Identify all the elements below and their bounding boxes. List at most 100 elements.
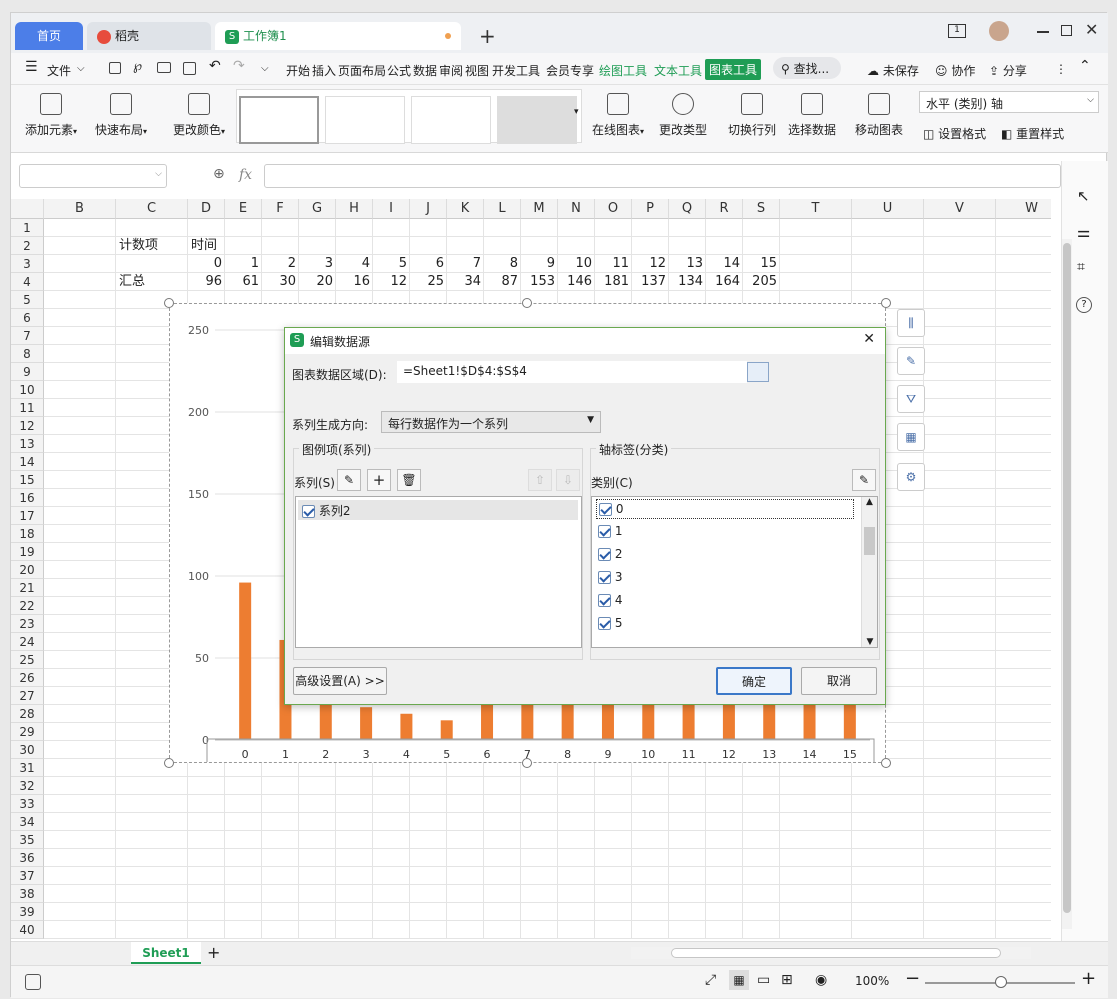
select-data-button[interactable]: 选择数据 xyxy=(784,93,840,138)
horizontal-scrollbar[interactable] xyxy=(631,947,1031,959)
scroll-down-icon[interactable]: ▼ xyxy=(862,637,877,647)
menu-data[interactable]: 数据 xyxy=(413,62,437,79)
row-header[interactable]: 33 xyxy=(11,795,44,813)
cell-row3[interactable]: 14 xyxy=(709,255,740,273)
list-item[interactable]: 2 xyxy=(596,545,854,565)
row-header[interactable]: 16 xyxy=(11,489,44,507)
save-icon[interactable] xyxy=(109,62,121,74)
row-header[interactable]: 26 xyxy=(11,669,44,687)
horizontal-scroll-thumb[interactable] xyxy=(671,948,1001,958)
help-icon[interactable]: ? xyxy=(1076,297,1092,313)
cell-row4[interactable]: 30 xyxy=(265,273,296,291)
cell-row3[interactable]: 4 xyxy=(339,255,370,273)
cell-row3[interactable]: 3 xyxy=(302,255,333,273)
add-sheet-button[interactable]: + xyxy=(207,943,220,962)
bar[interactable] xyxy=(360,707,373,740)
zoom-formula-icon[interactable]: ⊕ xyxy=(213,166,225,182)
minimize-button[interactable] xyxy=(1037,31,1049,33)
redo-icon[interactable]: ↷ xyxy=(233,58,245,74)
cursor-icon[interactable]: ↖ xyxy=(1077,187,1090,205)
series-checkbox[interactable] xyxy=(302,505,315,518)
row-header[interactable]: 22 xyxy=(11,597,44,615)
maximize-button[interactable] xyxy=(1061,25,1072,36)
category-scrollbar[interactable]: ▲ ▼ xyxy=(861,497,877,647)
resize-handle[interactable] xyxy=(522,298,532,308)
chart-style-gallery[interactable] xyxy=(236,89,582,144)
cell-row4[interactable]: 146 xyxy=(561,273,592,291)
cell-row4[interactable]: 181 xyxy=(598,273,629,291)
chart-style-brush-icon[interactable]: ✎ xyxy=(897,347,925,375)
online-chart-side-icon[interactable]: ▦ xyxy=(897,423,925,451)
move-up-button[interactable]: ⇧ xyxy=(528,469,552,491)
name-box[interactable]: ⌵ xyxy=(19,164,167,188)
chart-settings-icon[interactable]: ⚙ xyxy=(897,463,925,491)
cell-row4[interactable]: 205 xyxy=(746,273,777,291)
delete-series-button[interactable]: 🗑 xyxy=(397,469,421,491)
menu-start[interactable]: 开始 xyxy=(286,62,310,79)
brush-icon[interactable]: ℘ xyxy=(133,59,142,74)
online-chart-button[interactable]: 在线图表▾ xyxy=(589,93,647,138)
search-box[interactable]: ⚲ 查找... xyxy=(773,57,841,79)
cell-row3[interactable]: 6 xyxy=(413,255,444,273)
column-header-l[interactable]: L xyxy=(484,199,521,219)
sheet-tab-sheet1[interactable]: Sheet1 xyxy=(131,942,201,964)
column-header-c[interactable]: C xyxy=(116,199,188,219)
zoom-level[interactable]: 100% xyxy=(855,974,889,988)
cell-row3[interactable]: 0 xyxy=(191,255,222,273)
column-header-h[interactable]: H xyxy=(336,199,373,219)
direction-select[interactable]: 每行数据作为一个系列 ▼ xyxy=(381,411,601,433)
undo-icon[interactable]: ↶ xyxy=(209,58,221,74)
row-header[interactable]: 36 xyxy=(11,849,44,867)
row-header[interactable]: 1 xyxy=(11,219,44,237)
column-header-w[interactable]: W xyxy=(996,199,1051,219)
vertical-scroll-thumb[interactable] xyxy=(1063,243,1071,913)
cell-row3[interactable]: 9 xyxy=(524,255,555,273)
column-header-b[interactable]: B xyxy=(44,199,116,219)
row-header[interactable]: 2 xyxy=(11,237,44,255)
zoom-slider[interactable] xyxy=(925,976,1075,988)
row-header[interactable]: 31 xyxy=(11,759,44,777)
cell-row4[interactable]: 20 xyxy=(302,273,333,291)
category-checkbox[interactable] xyxy=(598,548,611,561)
chart-style-thumb-3[interactable] xyxy=(411,96,491,144)
change-color-button[interactable]: 更改颜色▾ xyxy=(169,93,229,138)
list-item[interactable]: 系列2 xyxy=(298,500,578,520)
range-input[interactable]: =Sheet1!$D$4:$S$4 xyxy=(397,361,747,383)
list-item[interactable]: 0 xyxy=(596,499,854,519)
row-header[interactable]: 8 xyxy=(11,345,44,363)
row-header[interactable]: 11 xyxy=(11,399,44,417)
cell-c4[interactable]: 汇总 xyxy=(119,273,185,291)
row-header[interactable]: 9 xyxy=(11,363,44,381)
add-series-button[interactable]: + xyxy=(367,469,391,491)
category-checkbox[interactable] xyxy=(598,594,611,607)
column-header-p[interactable]: P xyxy=(632,199,669,219)
cell-row4[interactable]: 134 xyxy=(672,273,703,291)
cell-row4[interactable]: 153 xyxy=(524,273,555,291)
row-header[interactable]: 6 xyxy=(11,309,44,327)
select-all-corner[interactable] xyxy=(11,199,44,219)
row-header[interactable]: 17 xyxy=(11,507,44,525)
column-header-r[interactable]: R xyxy=(706,199,743,219)
cell-row3[interactable]: 2 xyxy=(265,255,296,273)
row-header[interactable]: 14 xyxy=(11,453,44,471)
menu-member[interactable]: 会员专享 xyxy=(546,62,594,79)
range-picker-icon[interactable] xyxy=(747,362,769,382)
column-header-v[interactable]: V xyxy=(924,199,996,219)
row-header[interactable]: 19 xyxy=(11,543,44,561)
row-header[interactable]: 37 xyxy=(11,867,44,885)
column-header-e[interactable]: E xyxy=(225,199,262,219)
split-view-icon[interactable]: ⊞ xyxy=(781,972,793,988)
category-checkbox[interactable] xyxy=(598,617,611,630)
bar[interactable] xyxy=(400,713,413,740)
vertical-scrollbar[interactable] xyxy=(1062,239,1072,929)
tab-home[interactable]: 首页 xyxy=(15,22,83,50)
unsaved-button[interactable]: ☁ 未保存 xyxy=(867,62,919,79)
row-header[interactable]: 40 xyxy=(11,921,44,939)
column-header-f[interactable]: F xyxy=(262,199,299,219)
row-header[interactable]: 24 xyxy=(11,633,44,651)
cell-row3[interactable]: 10 xyxy=(561,255,592,273)
bar[interactable] xyxy=(481,699,494,740)
row-header[interactable]: 13 xyxy=(11,435,44,453)
row-header[interactable]: 20 xyxy=(11,561,44,579)
resize-handle[interactable] xyxy=(164,758,174,768)
